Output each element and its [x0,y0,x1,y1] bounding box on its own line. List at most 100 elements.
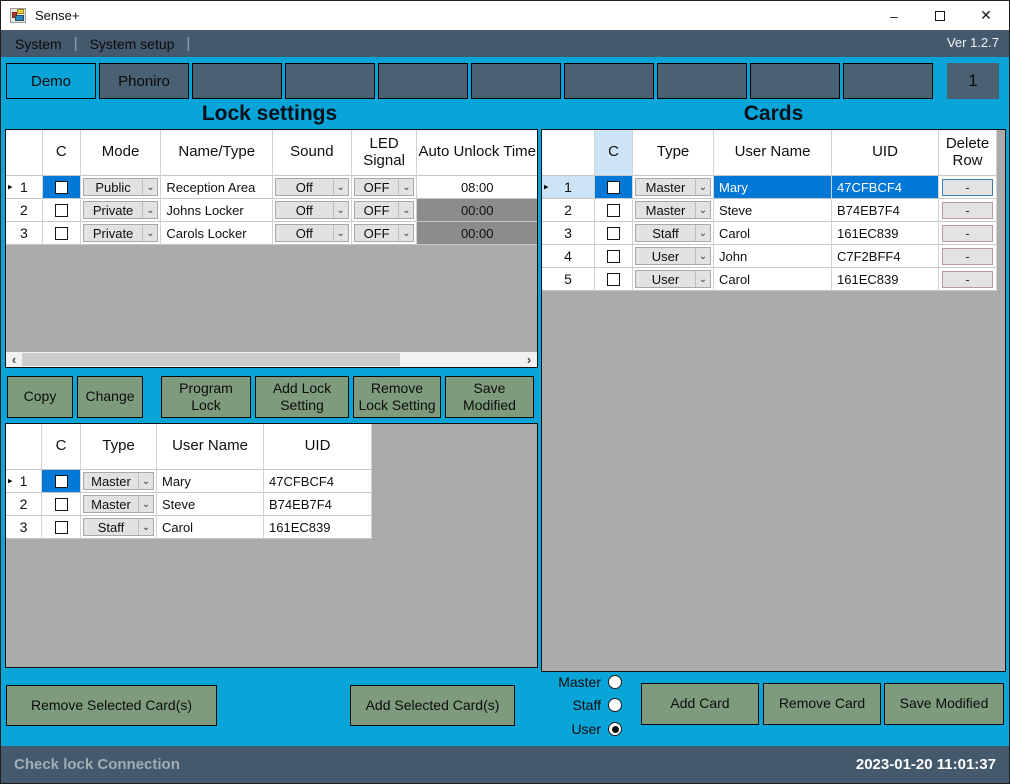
type-cell[interactable]: User⌄ [633,245,714,268]
uid-cell[interactable]: C7F2BFF4 [832,245,939,268]
uid-cell[interactable]: B74EB7F4 [832,199,939,222]
tab-button-empty-8[interactable] [657,63,747,99]
user-name-cell[interactable]: Carol [157,516,264,539]
led-cell[interactable]: OFF⌄ [352,222,418,245]
tab-button-empty-4[interactable] [285,63,375,99]
scroll-right-icon[interactable]: › [521,352,537,367]
chevron-down-icon[interactable]: ⌄ [138,519,153,535]
checkbox-cell[interactable] [42,470,81,493]
delete-row-cell[interactable]: - [939,268,997,291]
save-modified-lock-button[interactable]: Save Modified [445,376,534,418]
maximize-icon[interactable] [917,1,963,30]
uid-cell[interactable]: B74EB7F4 [264,493,372,516]
radio-button-icon[interactable] [608,675,622,689]
radio-staff[interactable]: Staff [549,697,622,713]
checkbox-cell[interactable] [595,222,633,245]
chevron-down-icon[interactable]: ⌄ [398,179,413,195]
sound-dropdown[interactable]: Off⌄ [275,178,349,196]
add-lock-setting-button[interactable]: Add Lock Setting [255,376,349,418]
menu-item-system-setup[interactable]: System setup [90,36,175,52]
column-header-sound[interactable]: Sound [273,130,352,176]
uid-cell[interactable]: 47CFBCF4 [264,470,372,493]
checkbox-cell[interactable] [595,245,633,268]
tab-button-empty-3[interactable] [192,63,282,99]
type-dropdown[interactable]: User⌄ [635,247,711,265]
name-cell[interactable]: Carols Locker [161,222,273,245]
chevron-down-icon[interactable]: ⌄ [333,179,348,195]
chevron-down-icon[interactable]: ⌄ [333,225,348,241]
checkbox-cell[interactable] [43,176,81,199]
delete-row-button[interactable]: - [942,271,993,288]
chevron-down-icon[interactable]: ⌄ [142,225,157,241]
row-header[interactable]: ▸1 [6,470,42,493]
remove-lock-setting-button[interactable]: Remove Lock Setting [353,376,441,418]
close-icon[interactable]: ✕ [963,1,1009,30]
user-name-cell[interactable]: John [714,245,832,268]
row-header[interactable]: 5 [542,268,595,291]
checkbox-cell[interactable] [42,493,81,516]
tab-button-empty-10[interactable] [843,63,933,99]
led-dropdown[interactable]: OFF⌄ [354,178,415,196]
auto-unlock-time-cell[interactable]: 08:00 [417,176,537,199]
chevron-down-icon[interactable]: ⌄ [695,202,710,218]
column-header-name-type[interactable]: Name/Type [161,130,273,176]
type-cell[interactable]: Master⌄ [81,470,157,493]
chevron-down-icon[interactable]: ⌄ [333,202,348,218]
checkbox[interactable] [55,227,68,240]
tab-button-demo[interactable]: Demo [6,63,96,99]
row-header[interactable]: 3 [6,222,43,245]
uid-cell[interactable]: 161EC839 [264,516,372,539]
radio-master[interactable]: Master [549,674,622,690]
tab-button-empty-5[interactable] [378,63,468,99]
type-cell[interactable]: User⌄ [633,268,714,291]
checkbox[interactable] [55,204,68,217]
type-cell[interactable]: Master⌄ [633,176,714,199]
chevron-down-icon[interactable]: ⌄ [695,179,710,195]
radio-user[interactable]: User [549,721,622,737]
tab-button-empty-6[interactable] [471,63,561,99]
column-header-auto-unlock-time[interactable]: Auto Unlock Time [417,130,537,176]
mode-cell[interactable]: Private⌄ [81,199,162,222]
tab-button-phoniro[interactable]: Phoniro [99,63,189,99]
led-dropdown[interactable]: OFF⌄ [354,224,415,242]
mode-dropdown[interactable]: Private⌄ [83,201,159,219]
column-header-blank[interactable] [6,424,42,470]
led-cell[interactable]: OFF⌄ [352,176,418,199]
sound-cell[interactable]: Off⌄ [273,222,352,245]
auto-unlock-time-cell[interactable]: 00:00 [417,199,537,222]
chevron-down-icon[interactable]: ⌄ [695,248,710,264]
name-cell[interactable]: Johns Locker [161,199,273,222]
horizontal-scrollbar[interactable]: ‹ › [6,352,537,367]
menu-item-system[interactable]: System [15,36,62,52]
delete-row-cell[interactable]: - [939,199,997,222]
mode-cell[interactable]: Public⌄ [81,176,162,199]
delete-row-button[interactable]: - [942,248,993,265]
user-name-cell[interactable]: Carol [714,268,832,291]
column-header-mode[interactable]: Mode [81,130,162,176]
column-header-user-name[interactable]: User Name [714,130,832,176]
type-cell[interactable]: Master⌄ [81,493,157,516]
chevron-down-icon[interactable]: ⌄ [695,225,710,241]
uid-cell[interactable]: 161EC839 [832,268,939,291]
remove-selected-cards-button[interactable]: Remove Selected Card(s) [6,685,217,726]
checkbox[interactable] [607,250,620,263]
page-indicator[interactable]: 1 [947,63,999,99]
column-header-delete-row[interactable]: Delete Row [939,130,997,176]
led-cell[interactable]: OFF⌄ [352,199,418,222]
column-header-uid[interactable]: UID [832,130,939,176]
row-header[interactable]: ▸1 [6,176,43,199]
delete-row-button[interactable]: - [942,179,993,196]
chevron-down-icon[interactable]: ⌄ [142,202,157,218]
delete-row-cell[interactable]: - [939,245,997,268]
column-header-type[interactable]: Type [81,424,157,470]
row-header[interactable]: 4 [542,245,595,268]
sound-cell[interactable]: Off⌄ [273,176,352,199]
chevron-down-icon[interactable]: ⌄ [138,473,153,489]
row-header[interactable]: 2 [542,199,595,222]
row-header[interactable]: 2 [6,199,43,222]
remove-card-button[interactable]: Remove Card [763,683,881,725]
save-modified-cards-button[interactable]: Save Modified [884,683,1004,725]
sound-dropdown[interactable]: Off⌄ [275,224,349,242]
checkbox[interactable] [55,475,68,488]
row-header[interactable]: ▸1 [542,176,595,199]
